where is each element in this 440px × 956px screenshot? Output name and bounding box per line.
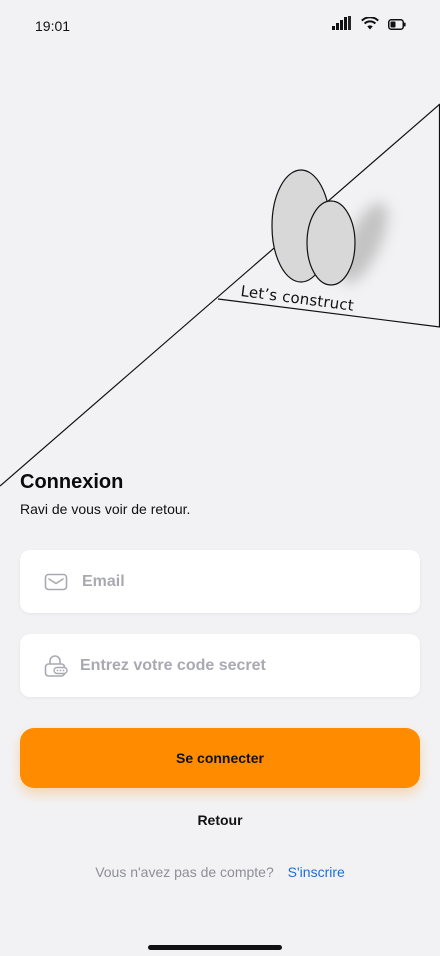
page-subtitle: Ravi de vous voir de retour. [20, 501, 191, 517]
mail-icon [44, 571, 68, 593]
signup-row: Vous n'avez pas de compte? S'inscrire [0, 864, 440, 880]
login-screen: 19:01 Let’s construct Connexion Ravi de … [0, 0, 440, 956]
email-field[interactable] [20, 550, 420, 613]
page-title: Connexion [20, 471, 124, 493]
back-link[interactable]: Retour [0, 812, 440, 828]
home-indicator[interactable] [148, 945, 282, 950]
login-button[interactable]: Se connecter [20, 728, 420, 788]
password-field[interactable] [20, 634, 420, 697]
back-link-label[interactable]: Retour [197, 812, 242, 828]
lock-icon [44, 655, 68, 677]
hero-illustration [0, 103, 440, 487]
email-input[interactable] [82, 550, 402, 613]
signup-prompt: Vous n'avez pas de compte? [95, 864, 274, 880]
password-input[interactable] [80, 634, 400, 697]
signup-link[interactable]: S'inscrire [288, 864, 345, 880]
